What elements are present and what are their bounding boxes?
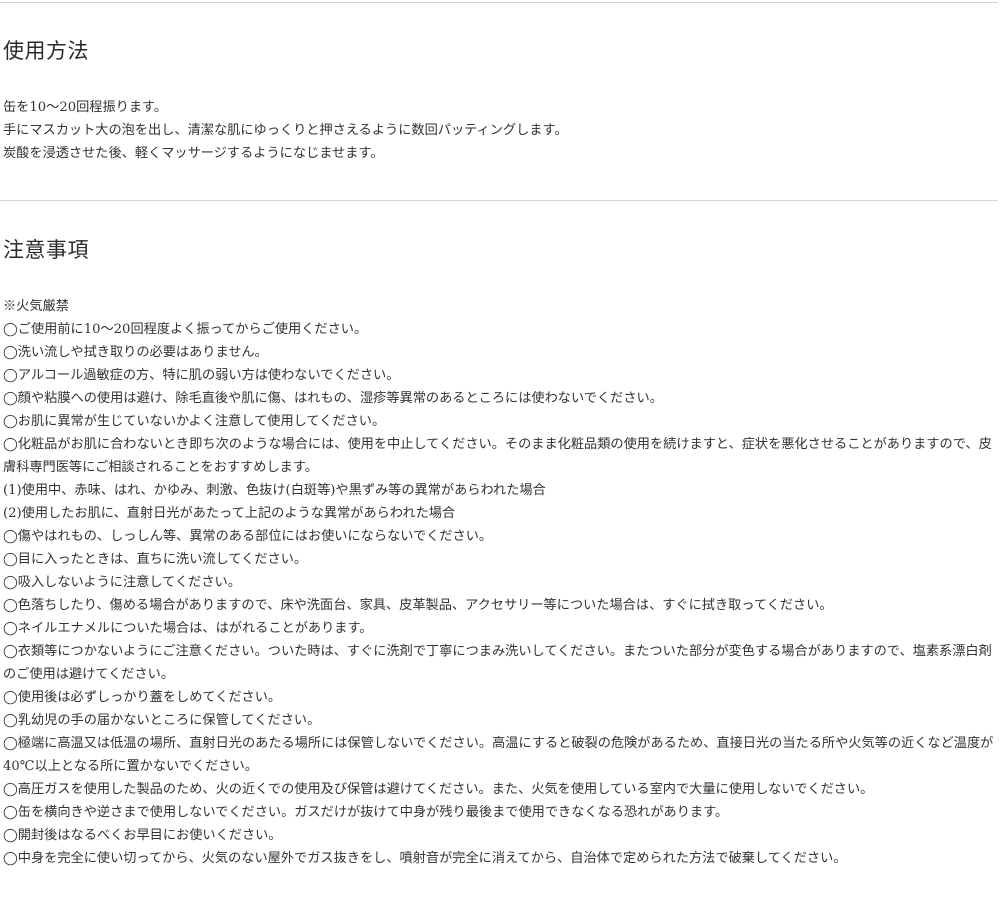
caution-line: ◯開封後はなるべくお早目にお使いください。	[3, 828, 282, 843]
caution-line: ◯顔や粘膜への使用は避け、除毛直後や肌に傷、はれもの、湿疹等異常のあるところには…	[3, 391, 663, 406]
caution-line: ◯傷やはれもの、しっしん等、異常のある部位にはお使いにならないでください。	[3, 529, 493, 544]
caution-line: ◯目に入ったときは、直ちに洗い流してください。	[3, 552, 308, 567]
caution-line: ◯色落ちしたり、傷める場合がありますので、床や洗面台、家具、皮革製品、アクセサリ…	[3, 598, 833, 613]
caution-line: ◯極端に高温又は低温の場所、直射日光のあたる場所には保管しないでください。高温に…	[3, 736, 994, 774]
caution-line: ◯ネイルエナメルについた場合は、はがれることがあります。	[3, 621, 373, 636]
usage-line: 手にマスカット大の泡を出し、清潔な肌にゆっくりと押さえるように数回パッティングし…	[3, 123, 568, 138]
caution-title: 注意事項	[3, 238, 89, 262]
top-divider	[0, 2, 998, 3]
usage-line: 炭酸を浸透させた後、軽くマッサージするようになじませます。	[3, 146, 384, 161]
caution-line: (1)使用中、赤味、はれ、かゆみ、刺激、色抜け(白斑等)や黒ずみ等の異常があらわ…	[3, 483, 546, 498]
usage-title: 使用方法	[3, 39, 89, 63]
caution-line: ◯高圧ガスを使用した製品のため、火の近くでの使用及び保管は避けてください。また、…	[3, 782, 874, 797]
caution-line: ◯吸入しないように注意してください。	[3, 575, 241, 590]
caution-line: ◯乳幼児の手の届かないところに保管してください。	[3, 713, 321, 728]
caution-line: ◯衣類等につかないようにご注意ください。ついた時は、すぐに洗剤で丁寧につまみ洗い…	[3, 644, 992, 682]
caution-line: ◯お肌に異常が生じていないかよく注意して使用してください。	[3, 414, 386, 429]
caution-line: ◯缶を横向きや逆さまで使用しないでください。ガスだけが抜けて中身が残り最後まで使…	[3, 805, 729, 820]
caution-line: ◯洗い流しや拭き取りの必要はありません。	[3, 345, 268, 360]
usage-list: 缶を10～20回程振ります。 手にマスカット大の泡を出し、清潔な肌にゆっくりと押…	[3, 96, 998, 165]
caution-line: ◯化粧品がお肌に合わないとき即ち次のような場合には、使用を中止してください。その…	[3, 437, 992, 475]
caution-line: ※火気厳禁	[3, 299, 69, 314]
section-divider	[0, 200, 998, 201]
caution-list: ※火気厳禁 ◯ご使用前に10～20回程度よく振ってからご使用ください。 ◯洗い流…	[3, 295, 998, 870]
caution-line: (2)使用したお肌に、直射日光があたって上記のような異常があらわれた場合	[3, 506, 456, 521]
usage-line: 缶を10～20回程振ります。	[3, 100, 168, 115]
caution-line: ◯アルコール過敏症の方、特に肌の弱い方は使わないでください。	[3, 368, 400, 383]
caution-line: ◯ご使用前に10～20回程度よく振ってからご使用ください。	[3, 322, 368, 337]
caution-line: ◯使用後は必ずしっかり蓋をしめてください。	[3, 690, 282, 705]
caution-line: ◯中身を完全に使い切ってから、火気のない屋外でガス抜きをし、噴射音が完全に消えて…	[3, 851, 847, 866]
